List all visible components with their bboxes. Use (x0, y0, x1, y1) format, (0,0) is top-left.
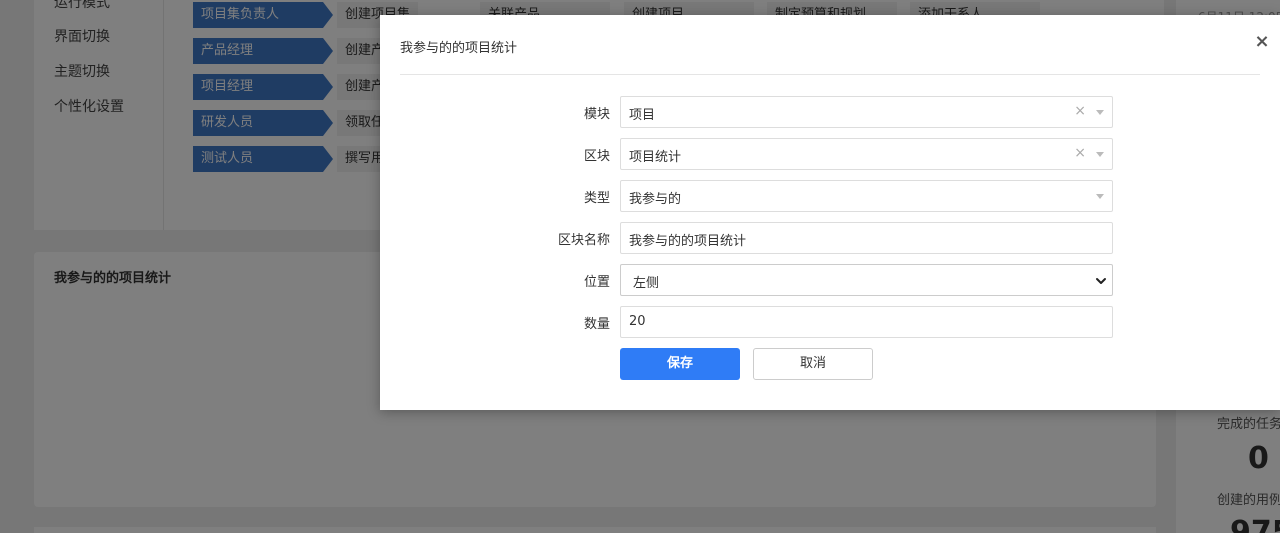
form-row-block-name: 区块名称 我参与的的项目统计 (380, 222, 1280, 254)
cancel-button[interactable]: 取消 (753, 348, 873, 380)
block-edit-modal: 我参与的的项目统计 × 模块 项目 × 区块 项目统计 × 类型 我参与的 区块… (380, 15, 1280, 410)
block-name-input[interactable]: 我参与的的项目统计 (620, 222, 1113, 254)
modal-header: 我参与的的项目统计 × (400, 15, 1270, 75)
type-value: 我参与的 (629, 192, 682, 207)
chevron-down-icon (1096, 152, 1104, 157)
block-label: 区块 (583, 149, 610, 164)
count-value: 20 (629, 314, 646, 329)
form-row-module: 模块 项目 × (380, 96, 1280, 128)
form-row-position: 位置 左侧 (380, 264, 1280, 296)
count-input[interactable]: 20 (620, 306, 1113, 338)
type-label: 类型 (583, 191, 610, 206)
form-row-block: 区块 项目统计 × (380, 138, 1280, 170)
position-value: 左侧 (633, 276, 660, 291)
module-select[interactable]: 项目 × (620, 96, 1113, 128)
clear-icon[interactable]: × (1074, 103, 1086, 119)
chevron-down-icon (1096, 110, 1104, 115)
block-select[interactable]: 项目统计 × (620, 138, 1113, 170)
save-button[interactable]: 保存 (620, 348, 740, 380)
chevron-down-icon (1096, 194, 1104, 199)
chevron-down-icon (1096, 278, 1106, 284)
block-value: 项目统计 (629, 150, 682, 165)
modal-title: 我参与的的项目统计 (400, 41, 518, 56)
position-label: 位置 (583, 275, 610, 290)
form-row-type: 类型 我参与的 (380, 180, 1280, 212)
position-select[interactable]: 左侧 (620, 264, 1113, 296)
module-label: 模块 (583, 107, 610, 122)
block-name-label: 区块名称 (557, 233, 610, 248)
block-name-value: 我参与的的项目统计 (629, 234, 747, 249)
module-value: 项目 (629, 108, 656, 123)
form-row-count: 数量 20 (380, 306, 1280, 338)
clear-icon[interactable]: × (1074, 145, 1086, 161)
type-select[interactable]: 我参与的 (620, 180, 1113, 212)
count-label: 数量 (583, 317, 610, 332)
close-icon[interactable]: × (1252, 31, 1272, 52)
